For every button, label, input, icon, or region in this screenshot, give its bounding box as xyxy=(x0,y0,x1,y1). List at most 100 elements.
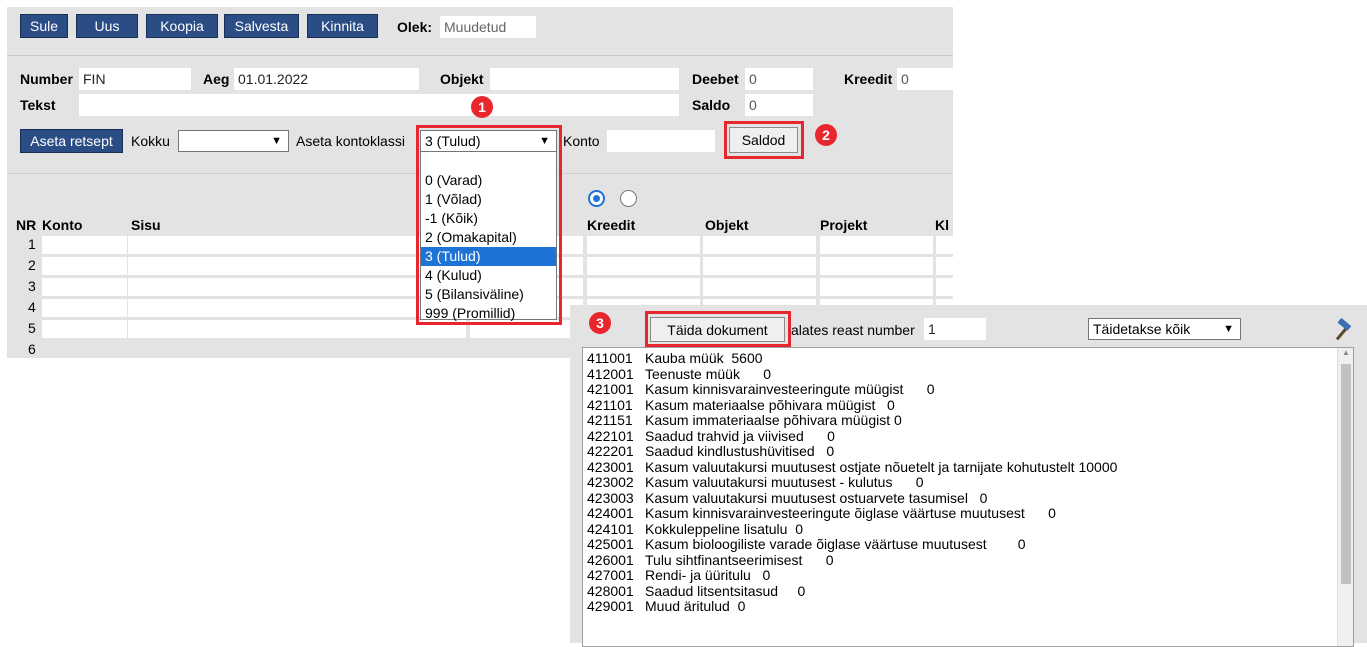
account-row: 426001 Tulu sihtfinantseerimisest 0 xyxy=(587,553,1353,569)
number-field[interactable]: FIN xyxy=(79,68,191,90)
sule-button[interactable]: Sule xyxy=(20,14,68,38)
saldo-field: 0 xyxy=(745,94,813,116)
account-text: Kasum kinnisvarainvesteeringute õiglase … xyxy=(645,506,1056,521)
account-code: 422201 xyxy=(587,444,634,459)
grid-cell[interactable] xyxy=(703,257,816,275)
account-text: Teenuste müük 0 xyxy=(645,366,772,382)
from-row-field[interactable]: 1 xyxy=(924,318,986,340)
objekt-label: Objekt xyxy=(440,71,484,87)
account-row: 425001 Kasum bioloogiliste varade õiglase… xyxy=(587,537,1353,553)
hammer-icon[interactable] xyxy=(1330,318,1354,342)
grid-cell[interactable] xyxy=(820,236,933,254)
highlight-box-2 xyxy=(724,121,804,159)
account-row: 424001 Kasum kinnisvarainvesteeringute õi… xyxy=(587,506,1353,522)
kreedit-field: 0 xyxy=(897,68,953,90)
col-header-projekt: Projekt xyxy=(820,217,868,233)
account-code: 423001 xyxy=(587,459,634,475)
account-code: 421151 xyxy=(587,413,633,428)
fill-panel: 411001 Kauba müük 5600 412001 Teenuste müük… xyxy=(570,305,1367,647)
grid-cell[interactable] xyxy=(820,278,933,296)
grid-cell[interactable] xyxy=(42,320,127,338)
tekst-label: Tekst xyxy=(20,97,56,113)
account-code: 424001 xyxy=(587,506,634,521)
col-header-objekt: Objekt xyxy=(705,217,749,233)
account-code: 426001 xyxy=(587,552,634,568)
row-number: 6 xyxy=(28,341,36,357)
chevron-down-icon: ▼ xyxy=(1223,323,1234,335)
chevron-down-icon: ▼ xyxy=(271,135,282,147)
account-text: Kasum valuutakursi muutusest ostuarvete … xyxy=(645,490,988,506)
account-row: 423003 Kasum valuutakursi muutusest ostua… xyxy=(587,491,1353,507)
konto-field[interactable] xyxy=(607,130,715,152)
kreedit-label: Kreedit xyxy=(844,71,893,87)
account-text: Saadud kindlustushüvitised 0 xyxy=(645,444,835,459)
row-number: 4 xyxy=(28,299,36,315)
konto-label: Konto xyxy=(563,133,600,149)
account-row: 421001 Kasum kinnisvarainvesteeringute mü… xyxy=(587,382,1353,398)
account-row: 423002 Kasum valuutakursi muutusest - kul… xyxy=(587,475,1353,491)
grid-cell[interactable] xyxy=(703,278,816,296)
tekst-field[interactable] xyxy=(79,94,679,116)
account-row: 427001 Rendi- ja üüritulu 0 xyxy=(587,568,1353,584)
col-header-sisu: Sisu xyxy=(131,217,161,233)
account-code: 425001 xyxy=(587,537,634,552)
account-row: 424101 Kokkuleppeline lisatulu 0 xyxy=(587,522,1353,538)
account-list-box[interactable]: 411001 Kauba müük 5600 412001 Teenuste müük… xyxy=(582,347,1354,647)
account-text: Saadud trahvid ja viivised 0 xyxy=(645,428,835,444)
grid-cell[interactable] xyxy=(936,278,953,296)
row-number: 2 xyxy=(28,257,36,273)
grid-cell[interactable] xyxy=(587,236,700,254)
kokku-label: Kokku xyxy=(131,133,170,149)
grid-cell[interactable] xyxy=(42,278,127,296)
scrollbar[interactable]: ▲ xyxy=(1337,348,1353,646)
grid-cell[interactable] xyxy=(820,257,933,275)
col-header-konto: Konto xyxy=(42,217,83,233)
account-code: 423002 xyxy=(587,475,634,490)
grid-cell[interactable] xyxy=(587,278,700,296)
grid-cell[interactable] xyxy=(936,236,953,254)
kontoklass-label: Aseta kontoklassi xyxy=(296,133,405,149)
account-text: Saadud litsentsitasud 0 xyxy=(645,583,806,599)
account-row: 421101 Kasum materiaalse põhivara müügist… xyxy=(587,398,1353,414)
account-text: Kasum bioloogiliste varade õiglase väärt… xyxy=(645,537,1026,552)
number-label: Number xyxy=(20,71,73,87)
account-row: 422101 Saadud trahvid ja viivised 0 xyxy=(587,429,1353,445)
account-text: Kasum kinnisvarainvesteeringute müügist … xyxy=(645,382,935,397)
account-row: 428001 Saadud litsentsitasud 0 xyxy=(587,584,1353,600)
kinnita-button[interactable]: Kinnita xyxy=(307,14,378,38)
grid-cell[interactable] xyxy=(936,257,953,275)
grid-cell[interactable] xyxy=(42,299,127,317)
row-number: 3 xyxy=(28,278,36,294)
radio-selected[interactable] xyxy=(588,190,605,207)
col-header-kreedit: Kreedit xyxy=(587,217,636,233)
row-number: 1 xyxy=(28,236,36,252)
grid-cell[interactable] xyxy=(42,257,127,275)
account-text: Kasum valuutakursi muutusest - kulutus 0 xyxy=(645,475,924,490)
fill-mode-select[interactable]: Täidetakse kõik ▼ xyxy=(1088,318,1241,340)
grid-cell[interactable] xyxy=(42,236,127,254)
account-code: 428001 xyxy=(587,583,634,599)
account-text: Kasum immateriaalse põhivara müügist 0 xyxy=(645,413,902,428)
kokku-select[interactable]: ▼ xyxy=(178,130,289,152)
salvesta-button[interactable]: Salvesta xyxy=(224,14,299,38)
account-text: Kasum valuutakursi muutusest ostjate nõu… xyxy=(645,459,1118,475)
account-row: 412001 Teenuste müük 0 xyxy=(587,367,1353,383)
uus-button[interactable]: Uus xyxy=(76,14,138,38)
scroll-up-icon[interactable]: ▲ xyxy=(1342,348,1350,357)
account-row: 422201 Saadud kindlustushüvitised 0 xyxy=(587,444,1353,460)
badge-3: 3 xyxy=(589,312,611,334)
grid-cell[interactable] xyxy=(703,236,816,254)
koopia-button[interactable]: Koopia xyxy=(146,14,218,38)
radio-unselected[interactable] xyxy=(620,190,637,207)
aeg-field[interactable]: 01.01.2022 xyxy=(234,68,419,90)
account-row: 421151 Kasum immateriaalse põhivara müügi… xyxy=(587,413,1353,429)
account-text: Tulu sihtfinantseerimisest 0 xyxy=(645,552,834,568)
highlight-box-3 xyxy=(645,311,791,347)
aeg-label: Aeg xyxy=(203,71,230,87)
aseta-retsept-button[interactable]: Aseta retsept xyxy=(20,129,123,153)
account-code: 411001 xyxy=(587,351,633,366)
from-row-label: alates reast number xyxy=(791,322,915,338)
account-row: 411001 Kauba müük 5600 xyxy=(587,351,1353,367)
objekt-field[interactable] xyxy=(490,68,679,90)
grid-cell[interactable] xyxy=(587,257,700,275)
